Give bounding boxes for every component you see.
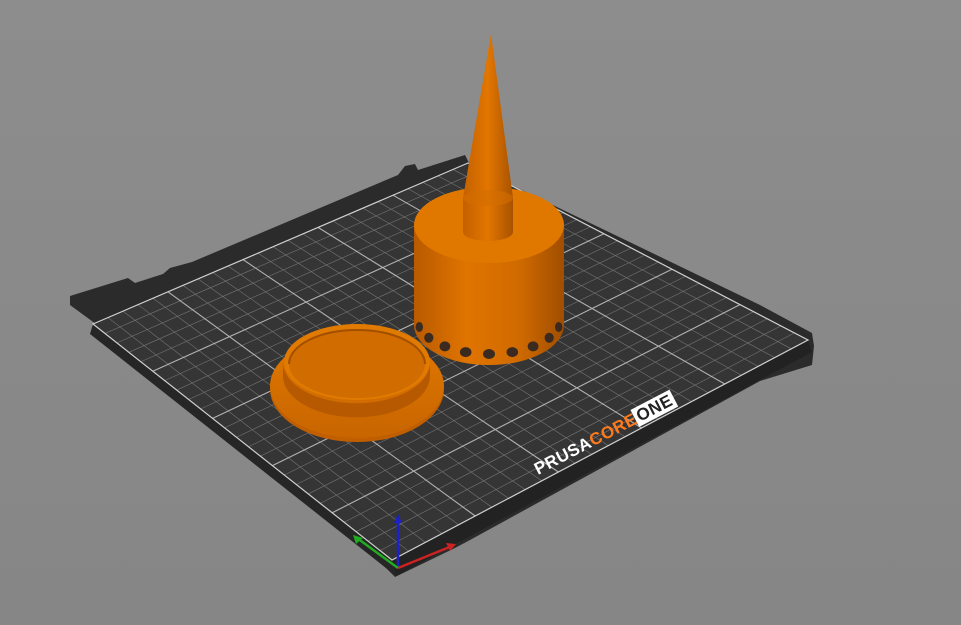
perforation-hole	[483, 349, 495, 359]
perforation-hole	[439, 341, 451, 352]
perforation-hole	[544, 332, 554, 343]
cone-spike	[463, 34, 513, 207]
perforation-hole	[424, 332, 434, 343]
cone-base-ring	[463, 190, 513, 206]
perforation-hole	[415, 322, 423, 332]
object-cone-tower[interactable]	[414, 34, 564, 365]
object-round-lid[interactable]	[270, 324, 444, 442]
perforation-hole	[527, 341, 539, 352]
scene-canvas[interactable]: PRUSA CORE ONE	[0, 0, 961, 625]
3d-viewport[interactable]: PRUSA CORE ONE	[0, 0, 961, 625]
perforation-hole	[459, 347, 472, 358]
perforation-hole	[506, 347, 519, 358]
perforation-hole	[555, 322, 563, 332]
